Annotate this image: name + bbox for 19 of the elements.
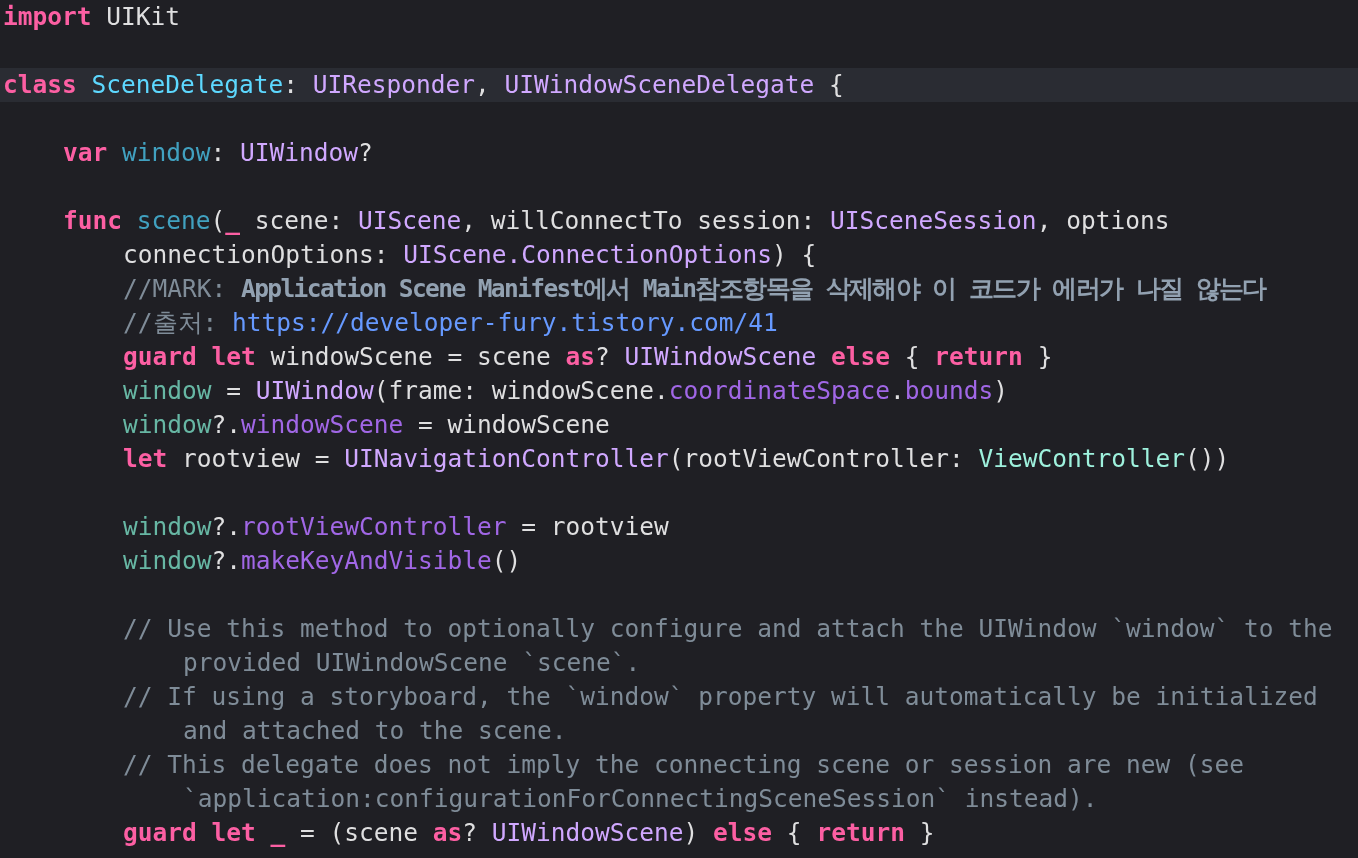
code-line: // If using a storyboard, the `window` property will automatically be initialized — [122, 681, 1319, 713]
code-line: window?.makeKeyAndVisible() — [122, 545, 523, 577]
code-line: window = UIWindow(frame: windowScene.coordinateSpace.bounds) — [122, 375, 1010, 407]
code-line: window?.windowScene = windowScene — [122, 409, 611, 441]
code-line: //MARK: Application Scene Manifest에서 Main참조항목을 삭제해야 이 코드가 에러가 나질 않는다 — [122, 273, 1268, 305]
code-line: func scene(_ scene: UIScene, willConnectTo session: UISceneSession, options — [62, 205, 1171, 237]
code-line: // This delegate does not imply the connecting scene or session are new (see — [122, 749, 1246, 781]
code-line: let rootview = UINavigationController(rootViewController: ViewController()) — [122, 443, 1231, 475]
code-line: window?.rootViewController = rootview — [122, 511, 670, 543]
code-line: guard let _ = (scene as? UIWindowScene) else { return } — [122, 817, 936, 849]
code-line: guard let windowScene = scene as? UIWindowScene else { return } — [122, 341, 1054, 373]
code-line: //출처: https://developer-fury.tistory.com/41 — [122, 307, 779, 339]
code-line: and attached to the scene. — [182, 715, 568, 747]
code-line: // Use this method to optionally configure and attach the UIWindow `window` to the — [122, 613, 1334, 645]
code-line: provided UIWindowScene `scene`. — [182, 647, 642, 679]
code-line: `application:configurationForConnectingSceneSession` instead). — [182, 783, 1099, 815]
code-line: connectionOptions: UIScene.ConnectionOptions) { — [122, 239, 818, 271]
code-line: var window: UIWindow? — [62, 137, 374, 169]
code-line: import UIKit — [2, 1, 182, 33]
